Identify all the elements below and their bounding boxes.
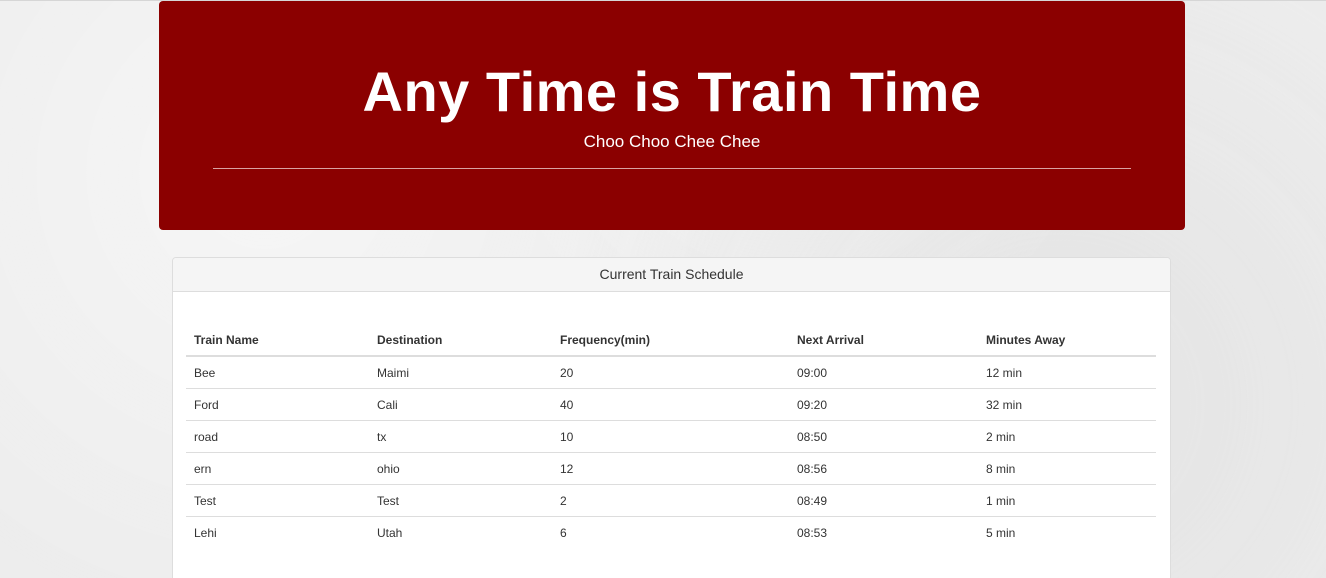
header-divider xyxy=(213,168,1131,169)
minutes-away-cell: 12 min xyxy=(978,356,1156,389)
schedule-panel-heading: Current Train Schedule xyxy=(173,258,1170,292)
column-header-destination: Destination xyxy=(369,325,552,357)
table-header-row: Train Name Destination Frequency(min) Ne… xyxy=(186,325,1156,357)
table-row: Test Test 2 08:49 1 min xyxy=(186,484,1156,517)
schedule-table: Train Name Destination Frequency(min) Ne… xyxy=(186,325,1156,548)
frequency-cell: 40 xyxy=(552,388,789,421)
train-name-cell: road xyxy=(186,420,369,453)
table-row: ern ohio 12 08:56 8 min xyxy=(186,452,1156,485)
column-header-train-name: Train Name xyxy=(186,325,369,357)
table-row: Ford Cali 40 09:20 32 min xyxy=(186,388,1156,421)
destination-cell: Cali xyxy=(369,388,552,421)
page-subtitle: Choo Choo Chee Chee xyxy=(583,132,761,151)
next-arrival-cell: 08:56 xyxy=(789,452,978,485)
destination-cell: Maimi xyxy=(369,356,552,389)
next-arrival-cell: 09:00 xyxy=(789,356,978,389)
train-name-cell: Test xyxy=(186,484,369,517)
table-row: road tx 10 08:50 2 min xyxy=(186,420,1156,453)
destination-cell: tx xyxy=(369,420,552,453)
minutes-away-cell: 2 min xyxy=(978,420,1156,453)
next-arrival-cell: 08:50 xyxy=(789,420,978,453)
next-arrival-cell: 09:20 xyxy=(789,388,978,421)
frequency-cell: 12 xyxy=(552,452,789,485)
column-header-next-arrival: Next Arrival xyxy=(789,325,978,357)
train-name-cell: Bee xyxy=(186,356,369,389)
minutes-away-cell: 1 min xyxy=(978,484,1156,517)
train-name-cell: Ford xyxy=(186,388,369,421)
train-name-cell: Lehi xyxy=(194,525,217,540)
destination-cell: Test xyxy=(369,484,552,517)
destination-cell: Utah xyxy=(377,525,403,540)
schedule-panel: Current Train Schedule Train Name Destin… xyxy=(172,257,1171,578)
next-arrival-cell: 08:49 xyxy=(789,484,978,517)
column-header-frequency: Frequency(min) xyxy=(552,325,789,357)
column-header-minutes-away: Minutes Away xyxy=(978,325,1156,357)
minutes-away-cell: 8 min xyxy=(978,452,1156,485)
frequency-cell: 6 xyxy=(560,525,567,540)
table-row: Bee Maimi 20 09:00 12 min xyxy=(186,356,1156,389)
page-title: Any Time is Train Time xyxy=(362,60,982,123)
table-row: Lehi Utah 6 08:53 5 min xyxy=(186,517,1156,549)
header-banner: Any Time is Train Time Choo Choo Chee Ch… xyxy=(159,1,1185,230)
train-name-cell: ern xyxy=(186,452,369,485)
destination-cell: ohio xyxy=(369,452,552,485)
frequency-cell: 10 xyxy=(552,420,789,453)
minutes-away-cell: 5 min xyxy=(986,525,1016,540)
frequency-cell: 20 xyxy=(552,356,789,389)
frequency-cell: 2 xyxy=(552,484,789,517)
next-arrival-cell: 08:53 xyxy=(797,525,828,540)
minutes-away-cell: 32 min xyxy=(978,388,1156,421)
